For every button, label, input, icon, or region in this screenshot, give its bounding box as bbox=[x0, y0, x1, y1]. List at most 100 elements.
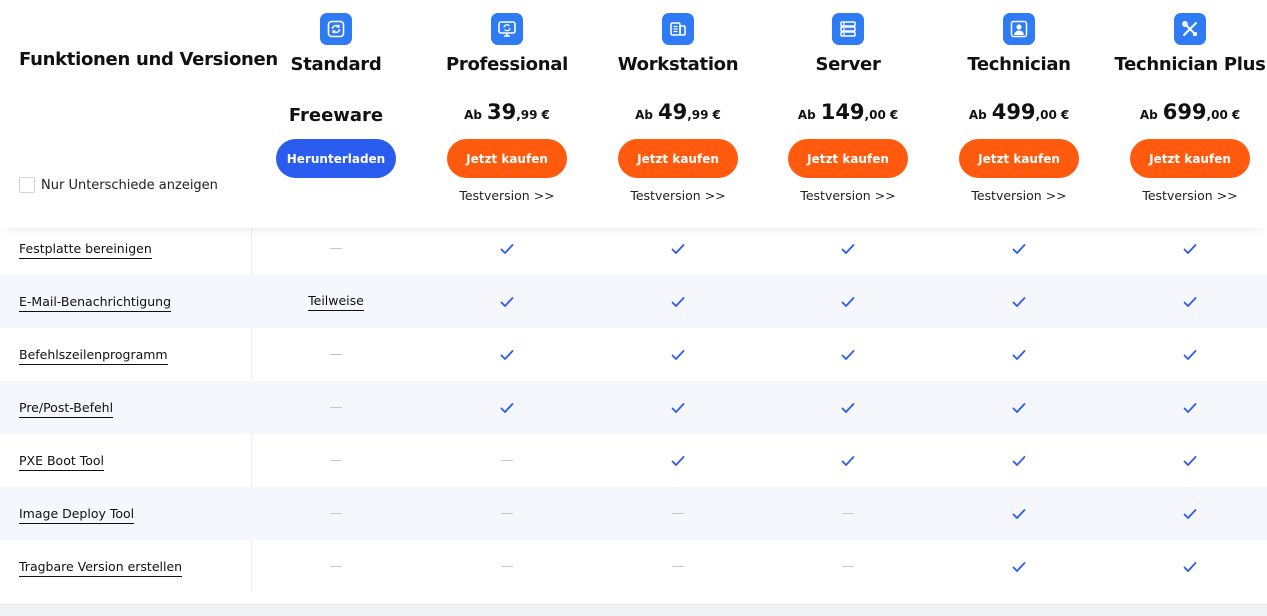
feature-cell bbox=[1105, 434, 1267, 487]
feature-cell bbox=[934, 275, 1104, 328]
checkbox-label: Nur Unterschiede anzeigen bbox=[41, 177, 218, 193]
check-icon bbox=[841, 296, 855, 308]
trial-link[interactable]: Testversion >> bbox=[1105, 188, 1267, 203]
feature-cell bbox=[422, 222, 592, 275]
feature-cell bbox=[763, 381, 933, 434]
dash-icon bbox=[842, 565, 854, 568]
price-ab: Ab bbox=[797, 108, 816, 122]
price-int: 499 bbox=[991, 100, 1036, 124]
feature-cell bbox=[593, 434, 763, 487]
dash-icon bbox=[501, 459, 513, 462]
feature-cell bbox=[251, 540, 421, 593]
feature-table: Festplatte bereinigen E-Mail-Benachrichti… bbox=[0, 222, 1267, 593]
dash-icon bbox=[842, 512, 854, 515]
check-icon bbox=[1183, 561, 1197, 573]
partial-label[interactable]: Teilweise bbox=[308, 293, 364, 311]
dash-icon bbox=[501, 565, 513, 568]
price-dec: ,00 bbox=[864, 108, 886, 122]
buy-button[interactable]: Jetzt kaufen bbox=[959, 139, 1079, 178]
trial-link[interactable]: Testversion >> bbox=[422, 188, 592, 203]
feature-cell bbox=[422, 540, 592, 593]
check-icon bbox=[500, 243, 514, 255]
comparison-header: Funktionen und Versionen Nur Unterschied… bbox=[0, 0, 1267, 228]
check-icon bbox=[500, 402, 514, 414]
price-int: 149 bbox=[820, 100, 865, 124]
buy-button[interactable]: Jetzt kaufen bbox=[618, 139, 738, 178]
edition-name: Technician bbox=[967, 54, 1071, 75]
trial-link[interactable]: Testversion >> bbox=[934, 188, 1104, 203]
feature-cell bbox=[1105, 328, 1267, 381]
check-icon bbox=[1183, 296, 1197, 308]
feature-cell bbox=[934, 328, 1104, 381]
dash-icon bbox=[330, 565, 342, 568]
monitor-refresh-icon bbox=[491, 13, 523, 45]
feature-name[interactable]: E-Mail-Benachrichtigung bbox=[19, 294, 172, 312]
feature-cell bbox=[763, 540, 933, 593]
feature-cell bbox=[763, 487, 933, 540]
check-icon bbox=[500, 349, 514, 361]
check-icon bbox=[671, 402, 685, 414]
dash-icon bbox=[672, 565, 684, 568]
price-dec: ,00 bbox=[1206, 108, 1228, 122]
price-cur: € bbox=[712, 108, 721, 122]
edition-name: Workstation bbox=[617, 54, 739, 75]
feature-cell bbox=[593, 275, 763, 328]
feature-cell bbox=[593, 328, 763, 381]
check-icon bbox=[1012, 455, 1026, 467]
feature-cell bbox=[593, 540, 763, 593]
price-dec: ,99 bbox=[687, 108, 709, 122]
feature-cell bbox=[593, 381, 763, 434]
check-icon bbox=[671, 296, 685, 308]
feature-cell bbox=[593, 222, 763, 275]
table-row: Befehlszeilenprogramm bbox=[0, 328, 1267, 381]
feature-cell bbox=[251, 487, 421, 540]
check-icon bbox=[841, 349, 855, 361]
feature-name[interactable]: Festplatte bereinigen bbox=[19, 241, 152, 259]
table-row: Festplatte bereinigen bbox=[0, 222, 1267, 275]
freeware-label: Freeware bbox=[288, 105, 384, 126]
table-row: Tragbare Version erstellen bbox=[0, 540, 1267, 593]
check-icon bbox=[1183, 455, 1197, 467]
feature-cell: Teilweise bbox=[251, 275, 421, 328]
edition-column-technician-plus: Technician Plus Ab 699,00 € Jetzt kaufen Test… bbox=[1105, 0, 1267, 228]
feature-name[interactable]: Tragbare Version erstellen bbox=[19, 559, 183, 577]
edition-column-server: Server Ab 149,00 € Jetzt kaufen Testversion >… bbox=[763, 0, 933, 228]
check-icon bbox=[841, 402, 855, 414]
buy-button[interactable]: Jetzt kaufen bbox=[447, 139, 567, 178]
dash-icon bbox=[501, 512, 513, 515]
download-button[interactable]: Herunterladen bbox=[276, 139, 396, 178]
feature-cell bbox=[763, 328, 933, 381]
feature-cell bbox=[934, 381, 1104, 434]
buy-button[interactable]: Jetzt kaufen bbox=[1130, 139, 1250, 178]
price: Ab 499,00 € bbox=[934, 100, 1104, 124]
feature-name[interactable]: Pre/Post-Befehl bbox=[19, 400, 114, 418]
feature-name[interactable]: PXE Boot Tool bbox=[19, 453, 104, 471]
feature-cell bbox=[934, 540, 1104, 593]
feature-name[interactable]: Befehlszeilenprogramm bbox=[19, 347, 168, 365]
price-int: 49 bbox=[658, 100, 688, 124]
workstation-icon bbox=[662, 13, 694, 45]
edition-column-standard: Standard Freeware Herunterladen bbox=[251, 0, 421, 228]
trial-link[interactable]: Testversion >> bbox=[593, 188, 763, 203]
show-differences-checkbox[interactable]: Nur Unterschiede anzeigen bbox=[19, 177, 218, 193]
feature-cell bbox=[422, 434, 592, 487]
feature-cell bbox=[1105, 487, 1267, 540]
price-cur: € bbox=[541, 108, 550, 122]
check-icon bbox=[1012, 296, 1026, 308]
check-icon bbox=[1183, 243, 1197, 255]
feature-name[interactable]: Image Deploy Tool bbox=[19, 506, 135, 524]
dash-icon bbox=[330, 459, 342, 462]
check-icon bbox=[1183, 349, 1197, 361]
edition-name: Standard bbox=[290, 54, 382, 75]
trial-link[interactable]: Testversion >> bbox=[763, 188, 933, 203]
feature-cell bbox=[593, 487, 763, 540]
dash-icon bbox=[330, 353, 342, 356]
edition-column-workstation: Workstation Ab 49,99 € Jetzt kaufen Testversi… bbox=[593, 0, 763, 228]
check-icon bbox=[841, 243, 855, 255]
check-icon bbox=[1183, 402, 1197, 414]
table-row: Pre/Post-Befehl bbox=[0, 381, 1267, 434]
checkbox-box[interactable] bbox=[19, 177, 35, 193]
price-ab: Ab bbox=[635, 108, 654, 122]
price: Ab 49,99 € bbox=[593, 100, 763, 124]
buy-button[interactable]: Jetzt kaufen bbox=[788, 139, 908, 178]
